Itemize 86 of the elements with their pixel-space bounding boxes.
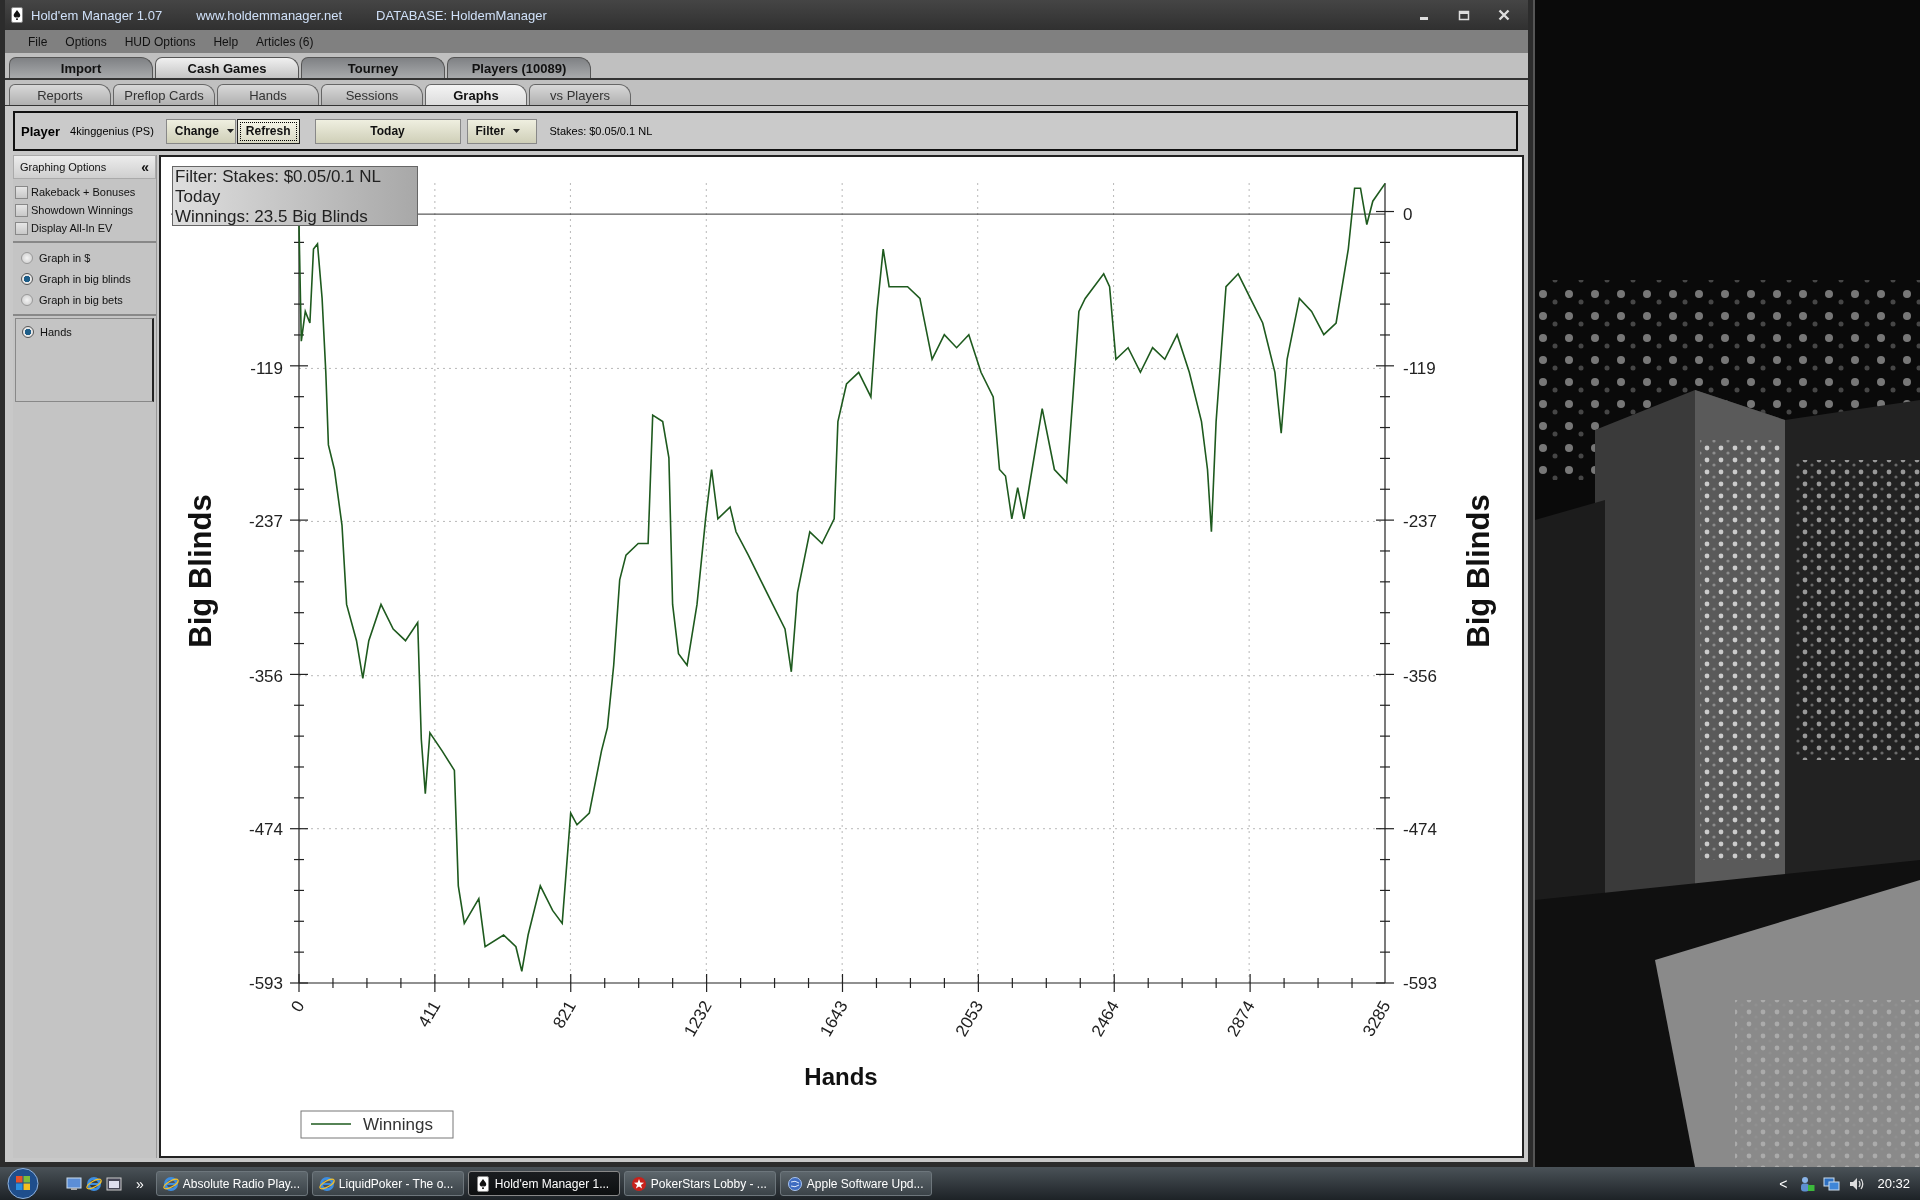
maximize-icon[interactable] bbox=[1458, 9, 1470, 21]
dropdown-button[interactable]: Change bbox=[165, 118, 236, 144]
website-link[interactable]: www.holdemmanager.net bbox=[196, 7, 343, 23]
axis-title: Hands bbox=[804, 1063, 878, 1090]
caret-icon bbox=[226, 129, 234, 133]
tab[interactable]: vs Players bbox=[529, 84, 631, 105]
taskbar-button[interactable]: Absolute Radio Play... bbox=[155, 1171, 308, 1196]
y-tick-label: -474 bbox=[248, 819, 283, 839]
checkbox-label: Showdown Winnings bbox=[31, 204, 134, 216]
tab[interactable]: Reports bbox=[9, 84, 111, 105]
y-tick-label: -593 bbox=[1403, 974, 1438, 993]
tab[interactable]: Cash Games bbox=[155, 57, 299, 78]
menu-item[interactable]: Articles (6) bbox=[247, 34, 323, 49]
checkbox-label: Rakeback + Bonuses bbox=[31, 186, 136, 198]
taskbar-button[interactable]: PokerStars Lobby - ... bbox=[623, 1171, 776, 1196]
player-label: Player bbox=[21, 123, 61, 139]
menu-item[interactable]: Options bbox=[56, 34, 116, 49]
checkbox-label: Display All-In EV bbox=[31, 222, 113, 234]
clock[interactable]: 20:32 bbox=[1877, 1176, 1910, 1191]
globe-icon bbox=[786, 1175, 803, 1192]
y-tick-label: -237 bbox=[248, 512, 283, 532]
radio-button[interactable] bbox=[21, 251, 33, 264]
users-icon[interactable] bbox=[1799, 1175, 1816, 1192]
y-tick-label: -356 bbox=[248, 666, 283, 686]
tab[interactable]: Tourney bbox=[301, 57, 445, 78]
y-tick-label: -119 bbox=[250, 359, 283, 379]
start-button-icon[interactable] bbox=[6, 1167, 40, 1200]
dropdown-button[interactable]: Filter bbox=[466, 118, 537, 144]
toolbar-button[interactable]: Refresh bbox=[236, 118, 300, 144]
menu-item[interactable]: File bbox=[19, 34, 57, 49]
axis-title: Big Blinds bbox=[183, 494, 218, 648]
radio-label: Graph in big bets bbox=[39, 293, 123, 306]
browser-icon bbox=[162, 1175, 179, 1192]
y-tick-label: 0 bbox=[1403, 205, 1413, 225]
radio-button[interactable] bbox=[22, 326, 34, 338]
tab[interactable]: Players (10089) bbox=[447, 57, 591, 78]
card-icon bbox=[11, 7, 23, 23]
tab[interactable]: Preflop Cards bbox=[113, 84, 215, 105]
checkbox[interactable] bbox=[15, 203, 28, 217]
x-tick-label: 0 bbox=[287, 997, 309, 1016]
radio-button[interactable] bbox=[21, 272, 33, 285]
close-icon[interactable] bbox=[1498, 9, 1510, 21]
overflow-button[interactable]: » bbox=[136, 1175, 144, 1192]
desktop-icon[interactable] bbox=[66, 1176, 82, 1191]
taskbar-button[interactable]: Apple Software Upd... bbox=[779, 1171, 932, 1196]
taskbar-button[interactable]: Hold'em Manager 1... bbox=[467, 1171, 620, 1196]
y-tick-label: -119 bbox=[1403, 359, 1436, 379]
player-name: 4kinggenius (PS) bbox=[70, 125, 154, 137]
info-text: Today bbox=[175, 187, 222, 207]
tab[interactable]: Sessions bbox=[321, 84, 423, 105]
x-tick-label: 821 bbox=[549, 997, 580, 1032]
tab[interactable]: Import bbox=[9, 57, 153, 78]
legend-label: Winnings bbox=[363, 1115, 433, 1134]
panel-title: Graphing Options bbox=[20, 161, 107, 173]
caret-icon bbox=[512, 129, 520, 133]
y-tick-label: -593 bbox=[248, 974, 283, 993]
card-icon bbox=[474, 1175, 491, 1192]
menu-item[interactable]: HUD Options bbox=[115, 34, 205, 49]
checkbox[interactable] bbox=[15, 221, 28, 235]
browser-icon[interactable] bbox=[86, 1175, 102, 1192]
radio-button[interactable] bbox=[21, 293, 33, 306]
toolbar-button[interactable]: Today bbox=[314, 118, 461, 144]
checkbox[interactable] bbox=[15, 185, 28, 199]
taskbar-button[interactable]: LiquidPoker - The o... bbox=[311, 1171, 464, 1196]
menu-item[interactable]: Help bbox=[204, 34, 248, 49]
x-tick-label: 411 bbox=[414, 997, 445, 1031]
y-tick-label: -474 bbox=[1403, 819, 1438, 839]
info-text: Winnings: 23.5 Big Blinds bbox=[175, 207, 369, 227]
show-hidden-icons-button[interactable]: < bbox=[1779, 1175, 1788, 1192]
network-icon[interactable] bbox=[1823, 1175, 1842, 1192]
tab[interactable]: Hands bbox=[217, 84, 319, 105]
radio-label: Graph in big blinds bbox=[39, 272, 131, 285]
axis-title: Big Blinds bbox=[1461, 494, 1496, 648]
radio-label: Graph in $ bbox=[39, 251, 91, 264]
stakes-label: Stakes: $0.05/0.1 NL bbox=[549, 125, 653, 137]
browser-icon bbox=[318, 1175, 335, 1192]
collapse-button[interactable]: « bbox=[141, 159, 149, 175]
tab[interactable]: Graphs bbox=[425, 84, 527, 105]
database-label: DATABASE: HoldemManager bbox=[376, 7, 547, 23]
radio-label: Hands bbox=[40, 326, 72, 338]
y-tick-label: -237 bbox=[1403, 512, 1438, 532]
y-tick-label: -356 bbox=[1403, 666, 1438, 686]
window-icon[interactable] bbox=[106, 1176, 122, 1191]
star-icon bbox=[630, 1175, 647, 1192]
window-title: Hold'em Manager 1.07 bbox=[31, 7, 163, 23]
info-text: Filter: Stakes: $0.05/0.1 NL bbox=[175, 167, 382, 187]
